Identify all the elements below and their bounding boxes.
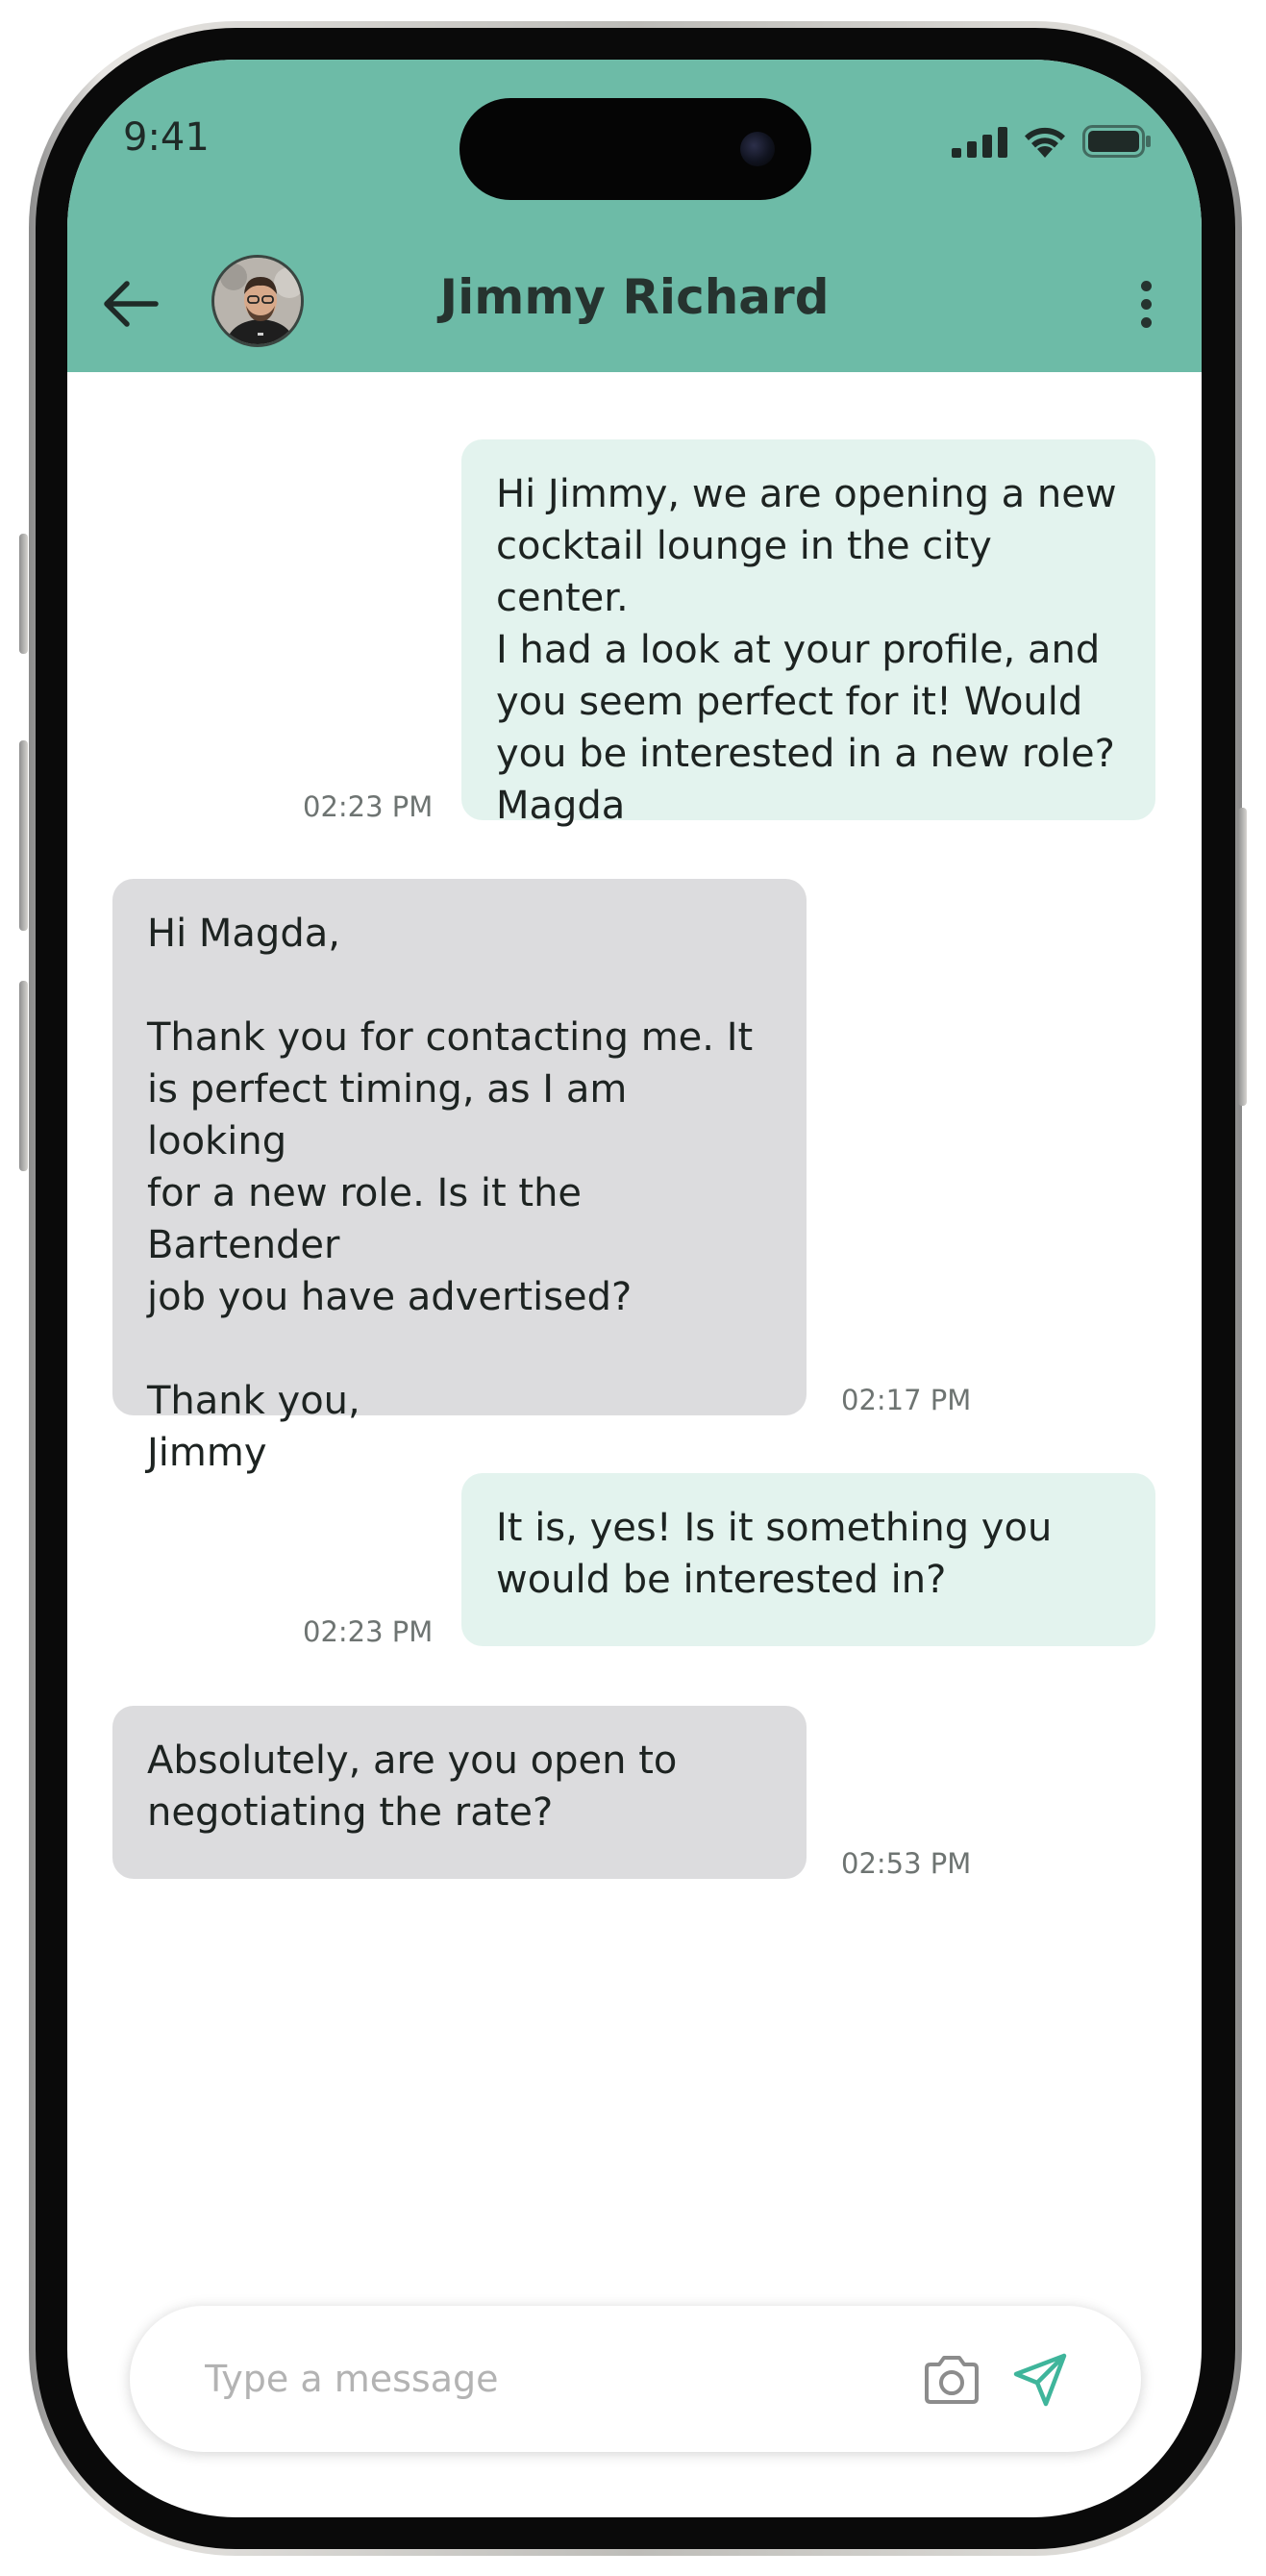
status-icons (952, 125, 1152, 158)
volume-down-button (19, 981, 28, 1171)
message-timestamp: 02:23 PM (303, 790, 434, 823)
message-bubble-incoming[interactable]: Hi Magda, Thank you for contacting me. I… (112, 879, 807, 1475)
cellular-signal-icon (952, 127, 1007, 158)
message-timestamp: 02:17 PM (841, 1384, 972, 1416)
battery-icon (1082, 125, 1151, 158)
message-bubble-outgoing[interactable]: It is, yes! Is it something you would be… (461, 1473, 1155, 1646)
message-composer (130, 2306, 1141, 2452)
power-button (1238, 808, 1247, 1106)
message-bubble-incoming[interactable]: Absolutely, are you open to negotiating … (112, 1706, 807, 1879)
more-options-button[interactable] (1119, 269, 1173, 338)
wifi-icon (1025, 127, 1065, 158)
chat-header: 9:41 Jimmy Richard (67, 60, 1202, 372)
message-timestamp: 02:23 PM (303, 1615, 434, 1648)
front-camera-icon (740, 132, 775, 166)
contact-name: Jimmy Richard (439, 269, 830, 325)
more-dot-icon (1140, 316, 1152, 328)
dynamic-island (459, 98, 811, 200)
camera-button[interactable] (918, 2346, 985, 2413)
send-button[interactable] (1005, 2344, 1076, 2415)
message-timestamp: 02:53 PM (841, 1847, 972, 1880)
phone-screen: 9:41 Jimmy Richard Hi Jimmy, we are open… (67, 60, 1202, 2517)
message-input[interactable] (205, 2346, 858, 2412)
volume-up-button (19, 740, 28, 931)
send-icon (1013, 2353, 1067, 2407)
message-bubble-outgoing[interactable]: Hi Jimmy, we are opening a new cocktail … (461, 439, 1155, 828)
more-dot-icon (1140, 298, 1152, 310)
status-time: 9:41 (123, 115, 210, 160)
action-button (19, 534, 28, 654)
more-dot-icon (1140, 280, 1152, 291)
camera-icon (925, 2356, 979, 2404)
